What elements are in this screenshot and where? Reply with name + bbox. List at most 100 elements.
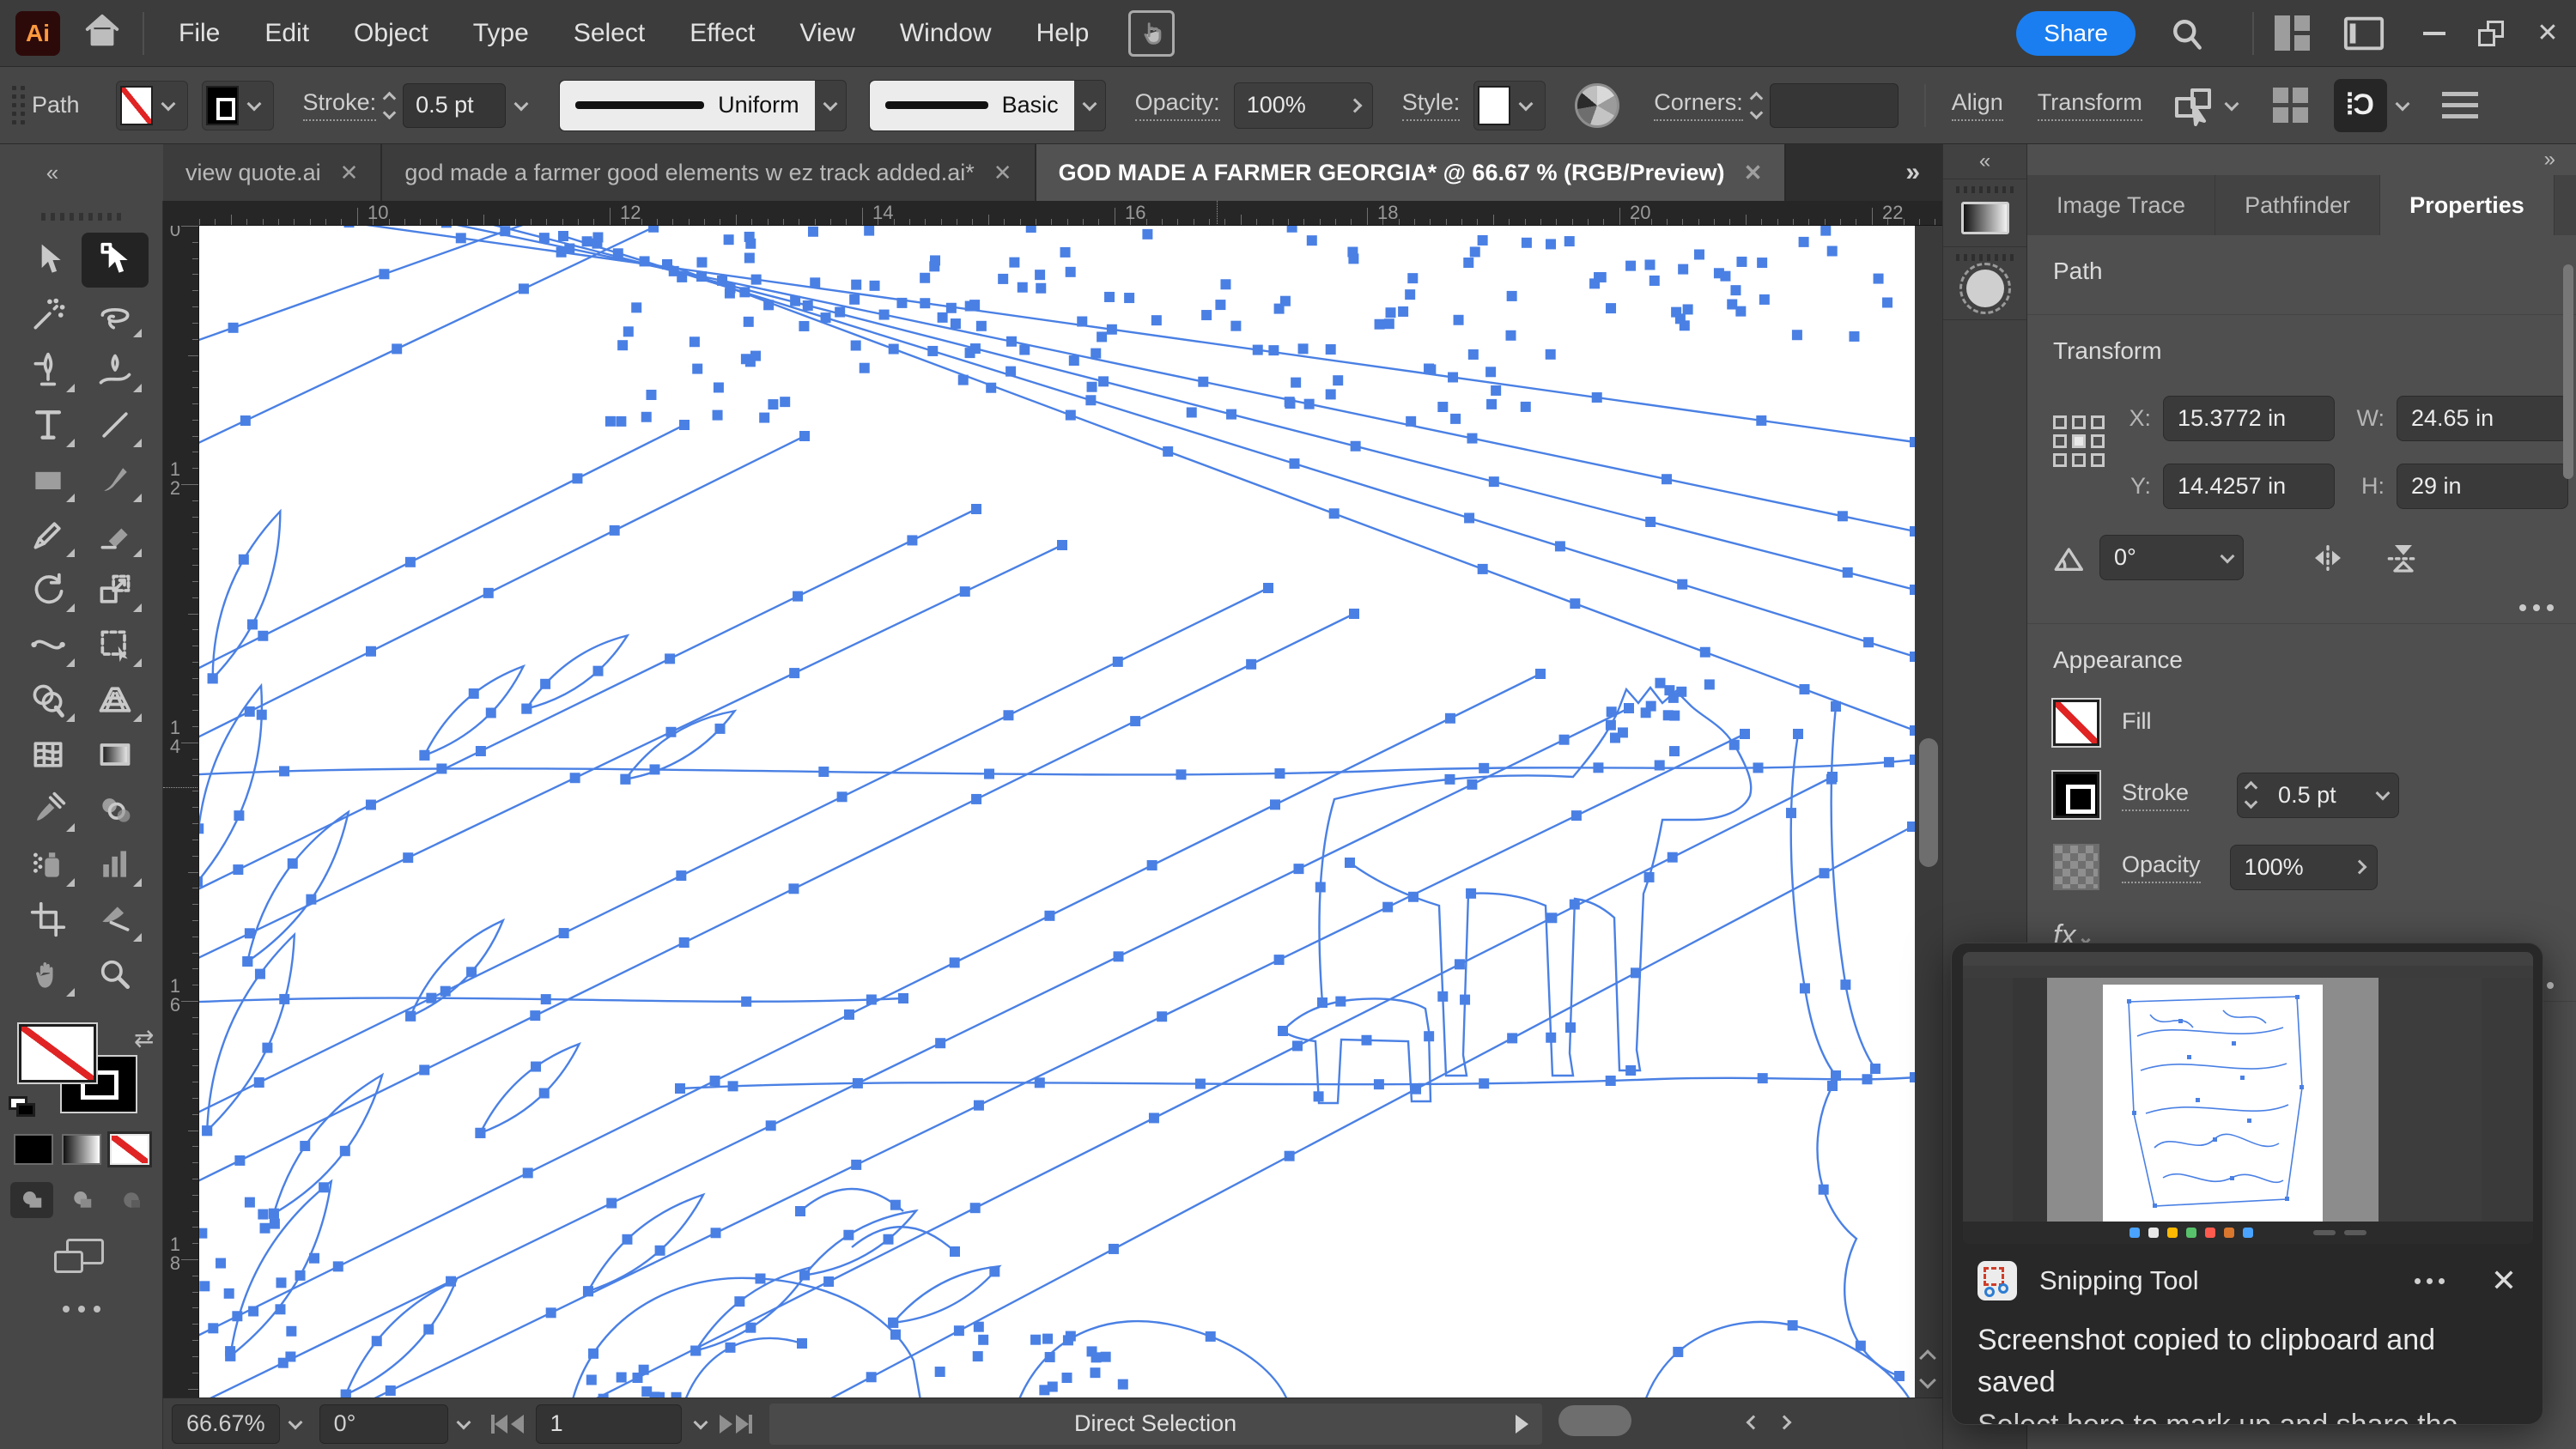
document-tab-2[interactable]: god made a farmer good elements w ez tra… [382, 144, 1036, 201]
recolor-artwork-icon[interactable] [1575, 83, 1619, 128]
appearance-stroke-label[interactable]: Stroke [2122, 779, 2189, 811]
search-icon[interactable] [2168, 15, 2206, 52]
flip-vertical-icon[interactable] [2383, 541, 2424, 575]
align-label[interactable]: Align [1952, 89, 2003, 121]
screenshot-thumbnail[interactable] [1963, 952, 2533, 1244]
notification-close-icon[interactable]: ✕ [2491, 1263, 2517, 1299]
share-button[interactable]: Share [2016, 11, 2136, 56]
selection-tool[interactable] [15, 233, 82, 288]
symbol-sprayer-tool[interactable] [15, 837, 82, 892]
panel-tab-pathfinder[interactable]: Pathfinder [2215, 175, 2380, 235]
menu-item-select[interactable]: Select [574, 19, 645, 48]
perspective-grid-tool[interactable] [82, 672, 149, 727]
snipping-tool-notification[interactable]: Snipping Tool ✕ Screenshot copied to cli… [1951, 943, 2543, 1425]
opacity-control[interactable]: 100% [1234, 82, 1373, 129]
fill-stroke-indicator[interactable]: ⇄ [9, 1024, 155, 1119]
width-profile-dropdown[interactable] [823, 96, 837, 111]
draw-normal-button[interactable] [10, 1182, 53, 1218]
appearance-fill-swatch[interactable] [2053, 700, 2099, 746]
trace-panel-icon[interactable] [1966, 270, 2004, 307]
corners-label[interactable]: Corners: [1654, 89, 1743, 121]
menu-item-view[interactable]: View [799, 19, 854, 48]
toolbar-collapse[interactable]: « [0, 144, 163, 201]
close-button[interactable]: ✕ [2519, 0, 2576, 67]
pen-tool[interactable] [15, 343, 82, 397]
width-profile-control[interactable]: Uniform [559, 80, 847, 131]
minimize-button[interactable] [2406, 0, 2463, 67]
style-control[interactable] [1473, 81, 1546, 130]
notification-more-icon[interactable] [2415, 1278, 2445, 1284]
blend-tool[interactable] [82, 782, 149, 837]
appearance-opacity-field[interactable]: 100% [2231, 846, 2342, 889]
opacity-expand[interactable] [1347, 98, 1362, 112]
mesh-tool[interactable] [15, 727, 82, 782]
rotation-dropdown-status[interactable] [456, 1415, 471, 1429]
workspace-switcher-icon[interactable] [2342, 15, 2385, 52]
hand-tool[interactable] [15, 947, 82, 1002]
y-field[interactable]: 14.4257 in [2163, 464, 2335, 509]
shaper-tool[interactable] [82, 507, 149, 562]
menu-item-type[interactable]: Type [473, 19, 529, 48]
reference-point-selector[interactable] [2053, 415, 2105, 467]
appearance-opacity-label[interactable]: Opacity [2122, 852, 2201, 883]
zoom-dropdown[interactable] [288, 1415, 302, 1429]
app-logo-icon[interactable]: Ai [15, 11, 60, 56]
free-transform-tool[interactable] [82, 617, 149, 672]
gradient-panel-icon[interactable] [1961, 202, 2009, 234]
vertical-ruler[interactable]: 1012141618 [163, 226, 199, 1397]
rectangle-tool[interactable] [15, 452, 82, 507]
dock-collapse-icon[interactable]: « [1943, 144, 2026, 179]
appearance-stroke-weight[interactable]: 0.5 pt [2237, 773, 2399, 818]
collapsed-gradient-panel[interactable] [1943, 179, 2026, 247]
stroke-weight-field[interactable]: 0.5 pt [403, 83, 506, 128]
status-menu-icon[interactable] [1516, 1415, 1528, 1434]
flip-horizontal-icon[interactable] [2307, 541, 2348, 575]
eyedropper-tool[interactable] [15, 782, 82, 837]
fill-color-control[interactable] [116, 81, 188, 130]
scroll-down-icon[interactable] [1919, 1372, 1936, 1389]
document-tab-3[interactable]: GOD MADE A FARMER GEORGIA* @ 66.67 % (RG… [1036, 144, 1787, 201]
properties-toggle-icon[interactable]: ⦙Ͻ [2334, 79, 2387, 132]
appearance-stroke-dropdown[interactable] [2376, 786, 2391, 801]
menu-item-help[interactable]: Help [1036, 19, 1090, 48]
appearance-opacity-control[interactable]: 100% [2230, 845, 2378, 890]
panel-grip[interactable] [12, 86, 16, 124]
tab-close-icon[interactable]: ✕ [340, 160, 359, 186]
properties-toggle-dropdown[interactable] [2395, 96, 2409, 111]
screen-mode-button[interactable] [54, 1239, 109, 1276]
select-similar-dropdown[interactable] [2224, 96, 2239, 111]
corners-field[interactable] [1770, 83, 1899, 128]
selected-artwork-paths[interactable] [199, 226, 1915, 1397]
touch-workspace-icon[interactable] [1128, 10, 1175, 57]
direct-selection-tool[interactable] [82, 233, 149, 288]
notification-body[interactable]: Screenshot copied to clipboard and saved… [1978, 1319, 2520, 1425]
panel-menu-icon[interactable]: » [2544, 148, 2555, 172]
select-similar-icon[interactable] [2172, 85, 2216, 126]
transform-label[interactable]: Transform [2038, 89, 2142, 121]
arrange-documents-icon[interactable] [2275, 15, 2310, 51]
magic-wand-tool[interactable] [15, 288, 82, 343]
horizontal-ruler[interactable]: 10121416182022 [163, 201, 1942, 226]
scale-tool[interactable] [82, 562, 149, 617]
menu-item-file[interactable]: File [179, 19, 220, 48]
stroke-weight-stepper[interactable] [385, 94, 394, 118]
next-artboard-icon[interactable] [720, 1415, 732, 1434]
appearance-opacity-expand[interactable] [2352, 860, 2366, 875]
menu-item-edit[interactable]: Edit [264, 19, 309, 48]
appearance-fill-label[interactable]: Fill [2122, 708, 2152, 738]
zoom-tool[interactable] [82, 947, 149, 1002]
tab-close-icon[interactable]: ✕ [993, 160, 1012, 186]
none-button[interactable] [110, 1134, 149, 1165]
paintbrush-tool[interactable] [82, 452, 149, 507]
curvature-tool[interactable] [82, 343, 149, 397]
zoom-level-field[interactable]: 66.67% [172, 1404, 280, 1444]
horizontal-scrollbar-thumb[interactable] [1558, 1405, 1631, 1436]
default-fill-stroke-icon[interactable] [9, 1096, 38, 1119]
column-graph-tool[interactable] [82, 837, 149, 892]
align-grid-icon[interactable] [2273, 88, 2308, 123]
panel-scrollbar-thumb[interactable] [2563, 264, 2573, 479]
slice-tool[interactable] [82, 892, 149, 947]
toolbar-more-icon[interactable] [0, 1306, 162, 1313]
shape-builder-tool[interactable] [15, 672, 82, 727]
document-tab-1[interactable]: view quote.ai✕ [163, 144, 382, 201]
